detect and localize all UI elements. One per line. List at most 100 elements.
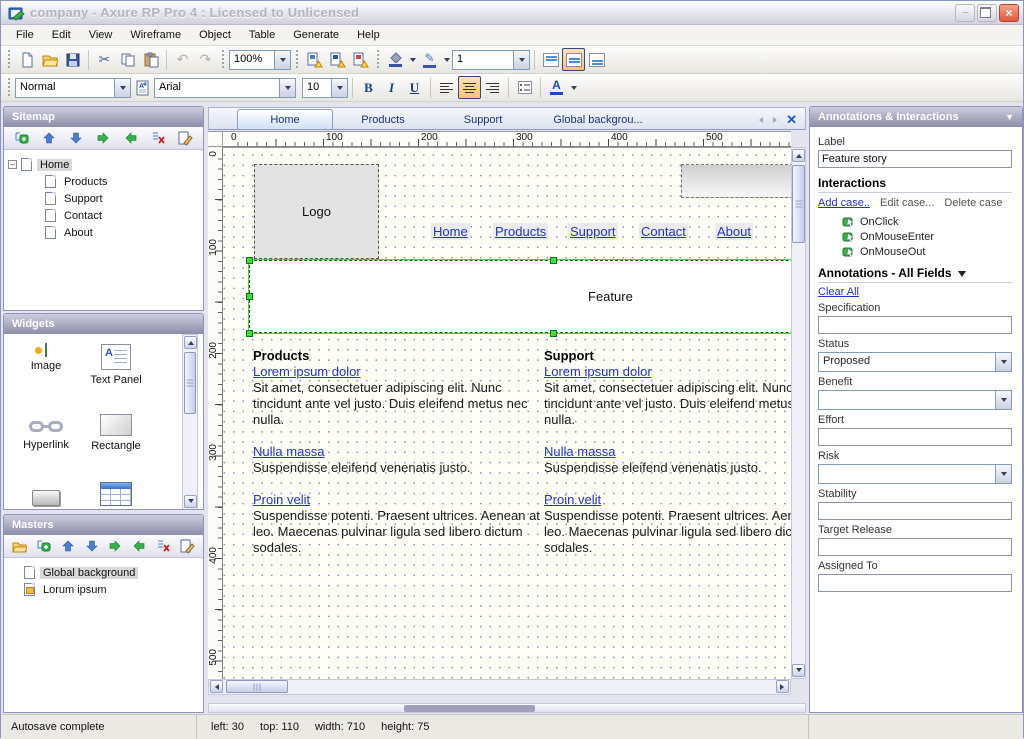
indent-button[interactable] [95, 130, 112, 147]
scrollbar-thumb[interactable] [792, 165, 805, 243]
selection-handle[interactable] [246, 330, 253, 337]
restore-button[interactable] [977, 4, 997, 22]
nav-link-home[interactable]: Home [431, 224, 470, 241]
wireframe-link[interactable]: Proin velit [253, 492, 545, 508]
master-label[interactable]: Global background [40, 567, 138, 579]
open-button[interactable] [38, 48, 61, 71]
wireframe-link[interactable]: Lorem ipsum dolor [544, 364, 791, 380]
scrollbar-thumb[interactable] [226, 680, 288, 693]
sitemap-node-label[interactable]: Products [61, 176, 110, 188]
splitter-thumb[interactable] [404, 705, 535, 712]
tab-products[interactable]: Products [333, 110, 433, 129]
cut-button[interactable]: ✂ [93, 48, 116, 71]
align-right-button[interactable] [481, 76, 504, 99]
benefit-select[interactable] [818, 390, 1012, 410]
panel-menu-icon[interactable]: ▼ [1005, 107, 1014, 127]
master-item-lorum-ipsum[interactable]: Lorum ipsum [8, 581, 199, 598]
line-color-dropdown[interactable] [441, 49, 452, 70]
widget-hyperlink[interactable]: Hyperlink [10, 414, 82, 451]
feature-rectangle-selected[interactable]: Feature [249, 260, 791, 333]
zoom-dropdown-arrow[interactable] [274, 51, 290, 69]
master-label[interactable]: Lorum ipsum [40, 584, 110, 596]
toolbar-grip[interactable] [6, 78, 12, 98]
save-button[interactable] [61, 48, 84, 71]
target-release-input[interactable] [818, 538, 1012, 556]
tab-support[interactable]: Support [433, 110, 533, 129]
style-editor-button[interactable]: A [131, 76, 154, 99]
bullet-list-button[interactable] [513, 76, 536, 99]
nav-link-support[interactable]: Support [568, 224, 618, 241]
sitemap-node-products[interactable]: Products [8, 173, 199, 190]
valign-bottom-button[interactable] [585, 48, 608, 71]
selection-handle[interactable] [550, 330, 557, 337]
scroll-down-button[interactable] [792, 664, 805, 677]
menu-help[interactable]: Help [348, 26, 389, 44]
toolbar-grip[interactable] [6, 50, 12, 70]
tab-scroll-right-icon[interactable] [773, 117, 780, 123]
menu-view[interactable]: View [80, 26, 122, 44]
scroll-up-button[interactable] [792, 149, 805, 162]
logo-placeholder[interactable]: Logo [254, 164, 379, 259]
valign-top-button[interactable] [539, 48, 562, 71]
sitemap-node-label[interactable]: About [61, 227, 96, 239]
move-up-button[interactable] [40, 130, 57, 147]
font-size-dropdown-arrow[interactable] [331, 79, 347, 97]
collapse-fields-icon[interactable] [958, 271, 966, 281]
scroll-left-button[interactable] [210, 680, 223, 693]
nav-link-products[interactable]: Products [493, 224, 548, 241]
add-page-button[interactable] [13, 130, 30, 147]
copy-button[interactable] [116, 48, 139, 71]
nav-link-contact[interactable]: Contact [639, 224, 688, 241]
redo-button[interactable]: ↷ [194, 48, 217, 71]
canvas-vertical-scrollbar[interactable] [791, 147, 806, 679]
font-size-combobox[interactable]: 10 [302, 78, 348, 98]
wireframe-canvas[interactable]: Logo Home Products Support Contact About… [223, 147, 791, 679]
selection-handle[interactable] [246, 257, 253, 264]
products-column[interactable]: Products Lorem ipsum dolor Sit amet, con… [253, 348, 545, 572]
collapse-icon[interactable]: – [8, 160, 17, 169]
tab-global-background[interactable]: Global backgrou... [533, 110, 663, 129]
fill-color-dropdown[interactable] [407, 49, 418, 70]
clear-all-link[interactable]: Clear All [818, 286, 859, 298]
generate-prototype-button[interactable] [349, 48, 372, 71]
outdent-button[interactable] [131, 538, 148, 555]
wireframe-link[interactable]: Lorem ipsum dolor [253, 364, 545, 380]
wireframe-link[interactable]: Nulla massa [253, 444, 545, 460]
line-weight-combobox[interactable]: 1 [452, 50, 530, 70]
close-button[interactable] [999, 4, 1019, 22]
underline-button[interactable]: U [403, 76, 426, 99]
move-down-button[interactable] [83, 538, 100, 555]
widget-table[interactable] [80, 482, 152, 506]
support-column[interactable]: Support Lorem ipsum dolor Sit amet, cons… [544, 348, 791, 572]
sitemap-node-label[interactable]: Contact [61, 210, 105, 222]
undo-button[interactable]: ↶ [171, 48, 194, 71]
effort-input[interactable] [818, 428, 1012, 446]
add-case-link[interactable]: Add case.. [818, 197, 870, 209]
tab-home[interactable]: Home [237, 109, 333, 129]
assigned-to-input[interactable] [818, 574, 1012, 592]
toolbar-grip[interactable] [294, 50, 300, 70]
widget-button[interactable] [10, 486, 82, 506]
delete-case-link[interactable]: Delete case [944, 197, 1002, 209]
edit-master-button[interactable] [179, 538, 196, 555]
fill-color-button[interactable] [384, 48, 407, 71]
sitemap-node-label[interactable]: Support [61, 193, 106, 205]
toolbar-grip[interactable] [220, 50, 226, 70]
bold-button[interactable]: B [357, 76, 380, 99]
widgets-scrollbar[interactable] [182, 334, 198, 510]
minimize-button[interactable] [955, 4, 975, 22]
paste-button[interactable] [139, 48, 162, 71]
widget-text-panel[interactable]: Text Panel [80, 344, 152, 386]
master-item-global-background[interactable]: Global background [8, 564, 199, 581]
generate-word-button[interactable] [326, 48, 349, 71]
event-onmouseenter[interactable]: OnMouseEnter [842, 230, 1012, 243]
font-combobox[interactable]: Arial [154, 78, 296, 98]
risk-dropdown-arrow[interactable] [995, 465, 1011, 483]
menu-edit[interactable]: Edit [43, 26, 80, 44]
move-down-button[interactable] [68, 130, 85, 147]
zoom-combobox[interactable]: 100% [229, 50, 291, 70]
scroll-right-button[interactable] [776, 680, 789, 693]
sitemap-node-home[interactable]: – Home [8, 156, 199, 173]
style-dropdown-arrow[interactable] [114, 79, 130, 97]
font-color-button[interactable]: A [545, 76, 568, 99]
